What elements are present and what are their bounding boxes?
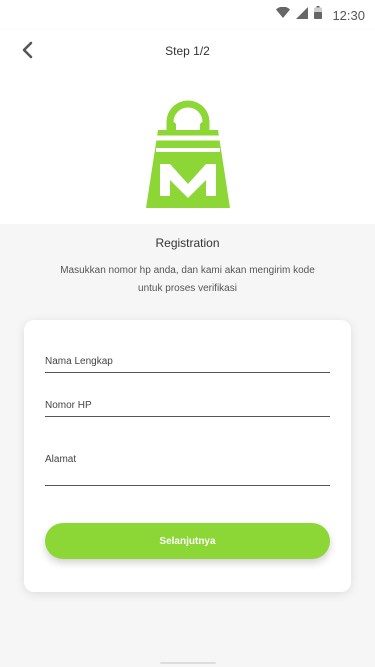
battery-icon xyxy=(314,6,323,24)
alamat-field[interactable]: Alamat xyxy=(45,454,330,486)
nomor-hp-field[interactable]: Nomor HP xyxy=(45,400,330,417)
app-header: Step 1/2 xyxy=(0,30,375,74)
next-button[interactable]: Selanjutnya xyxy=(45,523,330,559)
status-bar: 12:30 xyxy=(0,0,375,30)
home-indicator xyxy=(160,662,216,664)
logo-section xyxy=(0,74,375,224)
registration-form-card: Nama Lengkap Nomor HP Alamat Selanjutnya xyxy=(24,320,351,592)
wifi-icon xyxy=(276,6,291,24)
page-title: Step 1/2 xyxy=(165,44,210,58)
status-time: 12:30 xyxy=(332,7,365,23)
nama-lengkap-field[interactable]: Nama Lengkap xyxy=(45,356,330,373)
registration-description: Masukkan nomor hp anda, dan kami akan me… xyxy=(60,265,315,294)
registration-title: Registration xyxy=(155,236,220,250)
signal-icon xyxy=(296,6,309,24)
shopping-bag-m-icon xyxy=(140,100,236,210)
